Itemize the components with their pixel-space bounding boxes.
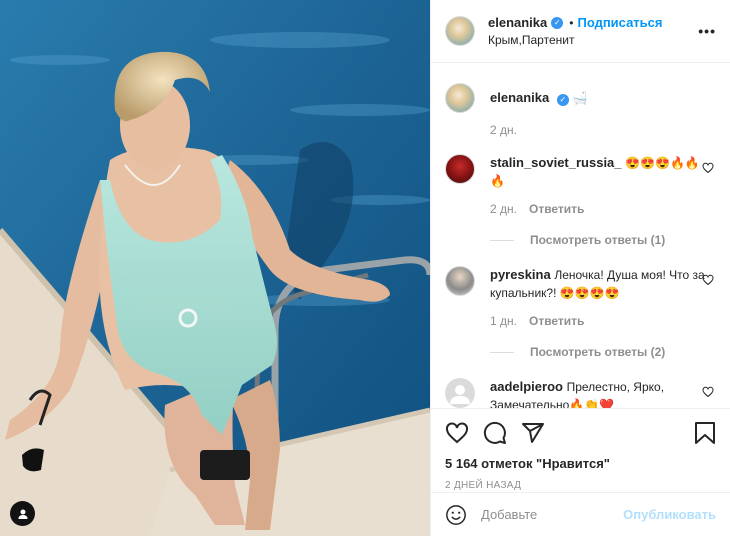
like-comment-heart-icon[interactable] <box>702 386 714 398</box>
comment-meta: 1 дн. Ответить <box>490 314 716 328</box>
caption-time[interactable]: 2 дн. <box>490 123 517 137</box>
view-replies-label: Посмотреть ответы (1) <box>530 233 666 247</box>
comment-username[interactable]: stalin_soviet_russia_ <box>490 155 622 170</box>
instagram-post: elenanika ✓ • Подписаться Крым,Партенит … <box>0 0 730 536</box>
comment-time[interactable]: 2 дн. <box>490 202 517 216</box>
author-info: elenanika ✓ • Подписаться Крым,Партенит <box>488 15 662 47</box>
comment-input[interactable]: Добавьте <box>481 507 537 522</box>
like-comment-heart-icon[interactable] <box>702 274 714 286</box>
comment-row: pyreskina Леночка! Душа моя! Что за купа… <box>445 266 716 302</box>
save-bookmark-icon[interactable] <box>694 421 716 445</box>
comment-row: aadelpieroo Прелестно, Ярко, Замечательн… <box>445 378 716 408</box>
emoji-icon[interactable] <box>445 504 467 526</box>
caption-meta: 2 дн. <box>490 123 716 137</box>
verified-badge-icon: ✓ <box>551 16 564 29</box>
comment-row: stalin_soviet_russia_ 😍😍😍🔥🔥🔥 <box>445 154 716 190</box>
reply-button[interactable]: Ответить <box>529 314 584 328</box>
comment-meta: 2 дн. Ответить <box>490 202 716 216</box>
view-replies-button[interactable]: Посмотреть ответы (1) <box>490 233 716 247</box>
post-header: elenanika ✓ • Подписаться Крым,Партенит … <box>431 0 730 63</box>
comment-icon[interactable] <box>483 421 507 445</box>
commenter-avatar[interactable] <box>445 378 475 408</box>
caption-avatar[interactable] <box>445 83 475 113</box>
post-date[interactable]: 2 ДНЕЙ НАЗАД <box>431 471 730 491</box>
share-icon[interactable] <box>521 421 545 445</box>
view-replies-button[interactable]: Посмотреть ответы (2) <box>490 345 716 359</box>
caption-text: 🛁 <box>572 91 588 105</box>
replies-divider <box>490 351 514 353</box>
comment-time[interactable]: 1 дн. <box>490 314 517 328</box>
like-heart-icon[interactable] <box>445 421 469 445</box>
like-comment-heart-icon[interactable] <box>702 162 714 174</box>
caption-row: elenanika ✓ 🛁 <box>445 83 716 113</box>
reply-button[interactable]: Ответить <box>529 202 584 216</box>
publish-button[interactable]: Опубликовать <box>623 507 716 522</box>
follow-button[interactable]: Подписаться <box>577 15 662 30</box>
photo-image <box>0 0 430 536</box>
caption-username[interactable]: elenanika <box>490 90 549 105</box>
post-location[interactable]: Крым,Партенит <box>488 33 662 47</box>
post-photo[interactable] <box>0 0 430 536</box>
action-icons <box>431 409 730 449</box>
default-avatar-icon <box>450 385 470 404</box>
likes-count[interactable]: 5 164 отметок "Нравится" <box>431 449 730 471</box>
comments-section: elenanika ✓ 🛁 2 дн. stalin_soviet_russia… <box>431 63 730 408</box>
author-username[interactable]: elenanika <box>488 15 547 30</box>
replies-divider <box>490 239 514 241</box>
view-replies-label: Посмотреть ответы (2) <box>530 345 666 359</box>
author-avatar[interactable] <box>445 16 475 46</box>
comment-username[interactable]: aadelpieroo <box>490 379 563 394</box>
post-sidebar: elenanika ✓ • Подписаться Крым,Партенит … <box>430 0 730 536</box>
commenter-avatar[interactable] <box>445 154 475 184</box>
user-icon <box>18 509 27 519</box>
commenter-avatar[interactable] <box>445 266 475 296</box>
post-actions: 5 164 отметок "Нравится" 2 ДНЕЙ НАЗАД До… <box>431 408 730 536</box>
tagged-users-button[interactable] <box>10 501 35 526</box>
comment-username[interactable]: pyreskina <box>490 267 551 282</box>
more-options-icon[interactable]: ••• <box>698 23 716 39</box>
verified-badge-icon: ✓ <box>556 94 569 106</box>
comment-composer: Добавьте Опубликовать <box>431 492 730 536</box>
separator-dot: • <box>569 15 574 30</box>
